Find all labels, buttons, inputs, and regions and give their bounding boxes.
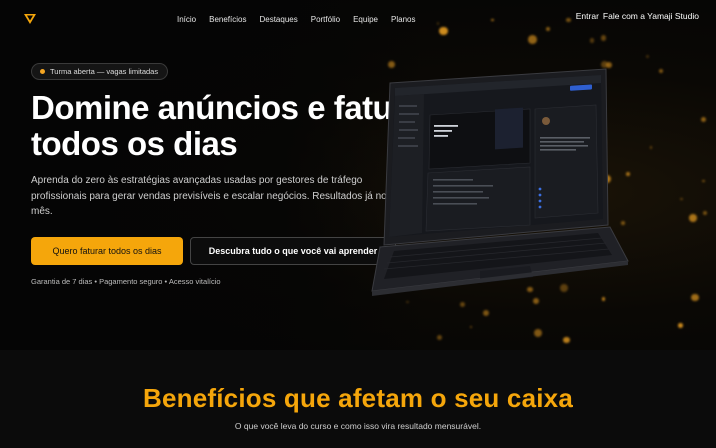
hero-subtitle: Aprenda do zero às estratégias avançadas… [31, 175, 399, 217]
bokeh-light [645, 55, 649, 59]
bokeh-light [566, 17, 571, 23]
headline-line-1: Domine anúncios e fature [31, 89, 423, 126]
bokeh-light [691, 293, 699, 302]
bokeh-light [439, 26, 448, 36]
cta-secondary-button[interactable]: Descubra tudo o que você vai aprender [190, 237, 396, 265]
bokeh-light [700, 117, 706, 123]
bokeh-light [436, 22, 440, 25]
bokeh-light [658, 68, 664, 74]
status-dot-icon [40, 69, 45, 74]
nav-item-destaques[interactable]: Destaques [259, 15, 297, 24]
bokeh-light [600, 35, 607, 41]
bokeh-light [677, 322, 683, 328]
nav-item-equipe[interactable]: Equipe [353, 15, 378, 24]
bokeh-light [649, 145, 653, 149]
bokeh-light [702, 179, 705, 182]
nav-actions: Entrar Fale com a Yamaji Studio [576, 11, 699, 21]
guarantee-note: Garantia de 7 dias • Pagamento seguro • … [31, 277, 221, 286]
bokeh-light [703, 211, 708, 216]
bokeh-light [689, 214, 697, 222]
brand-logo-icon[interactable] [24, 14, 36, 24]
main-nav: Início Benefícios Destaques Portfólio Eq… [177, 15, 415, 24]
contact-link[interactable]: Fale com a Yamaji Studio [603, 11, 699, 21]
headline-line-2: todos os dias [31, 125, 238, 162]
login-link[interactable]: Entrar [576, 11, 599, 21]
bokeh-light [545, 27, 550, 32]
benefits-subtitle: O que você leva do curso e como isso vir… [234, 421, 482, 431]
bokeh-light [680, 197, 684, 201]
benefits-title: Benefícios que afetam o seu caixa [143, 383, 573, 413]
nav-item-portfolio[interactable]: Portfólio [311, 15, 340, 24]
cta-primary-button[interactable]: Quero faturar todos os dias [31, 237, 183, 265]
bokeh-light [527, 34, 537, 44]
nav-item-planos[interactable]: Planos [391, 15, 415, 24]
nav-item-inicio[interactable]: Início [177, 15, 196, 24]
bokeh-light [589, 38, 595, 44]
laptop-mockup-image [371, 68, 629, 296]
bokeh-light [491, 19, 494, 22]
nav-item-beneficios[interactable]: Benefícios [209, 15, 246, 24]
badge-label: Turma aberta — vagas limitadas [50, 67, 159, 76]
status-badge: Turma aberta — vagas limitadas [31, 63, 169, 80]
